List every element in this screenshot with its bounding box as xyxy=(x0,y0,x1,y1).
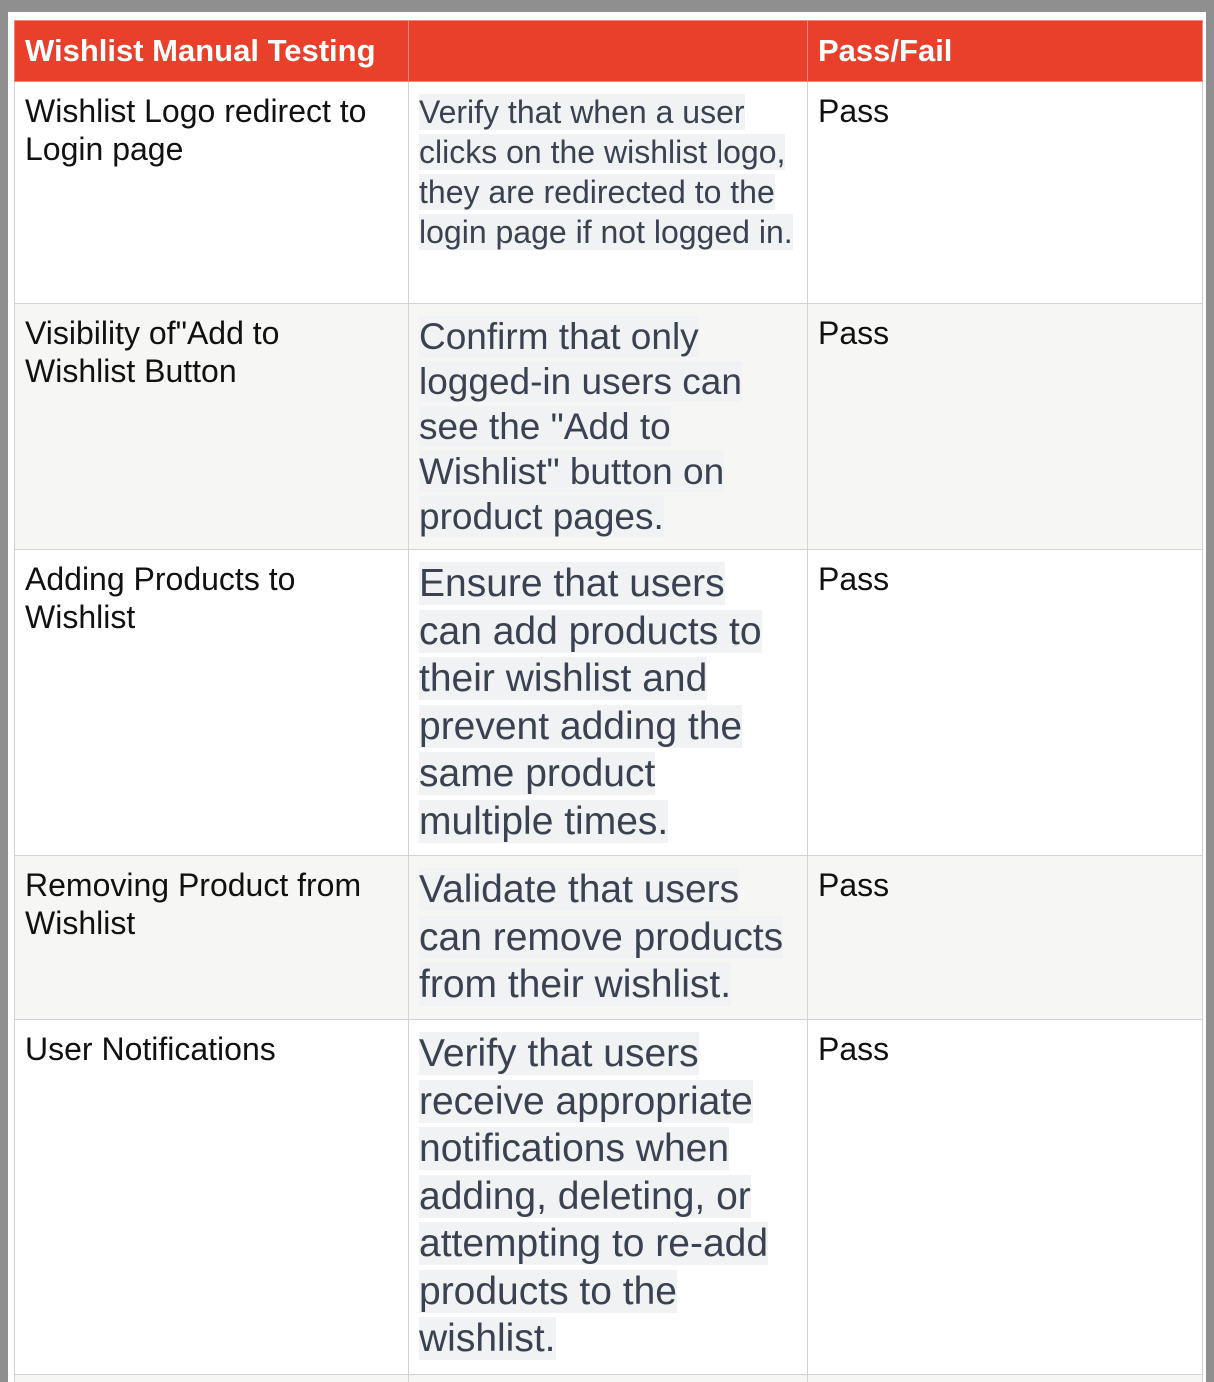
test-result: Pass xyxy=(818,315,890,351)
test-description: Ensure that users can add products to th… xyxy=(419,562,762,843)
result-cell[interactable]: Pass xyxy=(807,549,1203,856)
description-cell[interactable]: Validate that users can remove products … xyxy=(408,855,808,1020)
test-description: Verify that when a user clicks on the wi… xyxy=(419,94,793,250)
test-name: Wishlist Logo redirect to Login page xyxy=(25,93,367,167)
table-row: Adding Products to Wishlist Ensure that … xyxy=(14,549,1203,856)
table-row-partial xyxy=(14,1374,1203,1382)
document-page: Wishlist Manual Testing Pass/Fail Wishli… xyxy=(8,12,1206,1382)
table-row: Visibility of"Add to Wishlist Button Con… xyxy=(14,303,1203,550)
empty-cell[interactable] xyxy=(807,1374,1203,1382)
test-result: Pass xyxy=(818,867,890,903)
header-description[interactable] xyxy=(408,20,808,82)
test-result: Pass xyxy=(818,93,890,129)
test-description: Verify that users receive appropriate no… xyxy=(419,1032,769,1360)
test-case-table: Wishlist Manual Testing Pass/Fail Wishli… xyxy=(14,20,1203,1382)
header-test-name[interactable]: Wishlist Manual Testing xyxy=(14,20,409,82)
test-name-cell[interactable]: Adding Products to Wishlist xyxy=(14,549,409,856)
table-row: User Notifications Verify that users rec… xyxy=(14,1019,1203,1375)
test-result: Pass xyxy=(818,561,890,597)
table-row: Removing Product from Wishlist Validate … xyxy=(14,855,1203,1020)
description-cell[interactable]: Verify that when a user clicks on the wi… xyxy=(408,81,808,304)
empty-cell[interactable] xyxy=(14,1374,409,1382)
empty-cell[interactable] xyxy=(408,1374,808,1382)
result-cell[interactable]: Pass xyxy=(807,303,1203,550)
test-description: Validate that users can remove products … xyxy=(419,868,784,1006)
result-cell[interactable]: Pass xyxy=(807,855,1203,1020)
description-cell[interactable]: Confirm that only logged-in users can se… xyxy=(408,303,808,550)
table-row: Wishlist Logo redirect to Login page Ver… xyxy=(14,81,1203,304)
description-cell[interactable]: Verify that users receive appropriate no… xyxy=(408,1019,808,1375)
test-name-cell[interactable]: User Notifications xyxy=(14,1019,409,1375)
test-name-cell[interactable]: Wishlist Logo redirect to Login page xyxy=(14,81,409,304)
test-result: Pass xyxy=(818,1031,890,1067)
result-cell[interactable]: Pass xyxy=(807,81,1203,304)
test-name: User Notifications xyxy=(25,1031,276,1067)
test-name: Visibility of"Add to Wishlist Button xyxy=(25,315,280,389)
test-name-cell[interactable]: Removing Product from Wishlist xyxy=(14,855,409,1020)
test-name-cell[interactable]: Visibility of"Add to Wishlist Button xyxy=(14,303,409,550)
test-description: Confirm that only logged-in users can se… xyxy=(419,316,742,537)
test-name: Removing Product from Wishlist xyxy=(25,867,362,941)
header-pass-fail[interactable]: Pass/Fail xyxy=(807,20,1203,82)
table-header-row: Wishlist Manual Testing Pass/Fail xyxy=(14,20,1203,82)
test-name: Adding Products to Wishlist xyxy=(25,561,296,635)
result-cell[interactable]: Pass xyxy=(807,1019,1203,1375)
description-cell[interactable]: Ensure that users can add products to th… xyxy=(408,549,808,856)
